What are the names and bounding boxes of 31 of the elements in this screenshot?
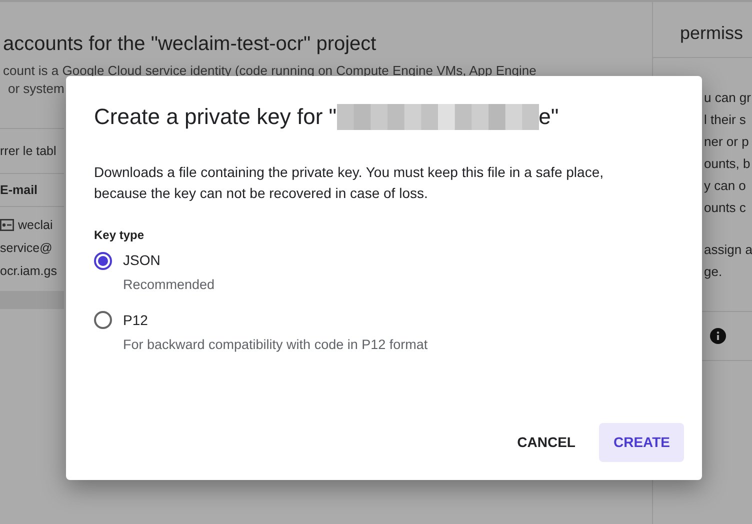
panel-text: ounts, b bbox=[704, 155, 750, 173]
dialog-title: e" bbox=[538, 104, 559, 130]
table-cell-text: ocr.iam.gs bbox=[0, 263, 57, 280]
panel-text: u can gr bbox=[704, 89, 751, 107]
panel-text: ner or p bbox=[704, 133, 749, 151]
dialog-description: Downloads a file containing the private key. You must keep this file in a safe place, because the key can not be recovered in case of loss. bbox=[94, 163, 604, 204]
page-heading: accounts for the "weclaim-test-ocr" project bbox=[2, 32, 378, 57]
field-label: Key type bbox=[94, 227, 146, 244]
option-hint: Recommended bbox=[123, 276, 216, 294]
panel-text: ge. bbox=[704, 263, 722, 281]
column-header: E-mail bbox=[0, 182, 39, 199]
dialog-title: Create a private key for " bbox=[94, 104, 337, 130]
service-account-icon bbox=[0, 219, 14, 231]
radio-button[interactable] bbox=[94, 252, 112, 270]
info-icon[interactable] bbox=[710, 328, 726, 344]
filter-field[interactable]: rrer le tabl bbox=[0, 141, 64, 161]
table-cell-text: service@ bbox=[0, 240, 52, 257]
option-label[interactable]: JSON bbox=[123, 250, 160, 272]
page-description: or system bbox=[7, 80, 66, 98]
create-button[interactable]: CREATE bbox=[599, 423, 684, 462]
panel-text: assign a bbox=[704, 241, 752, 259]
panel-text: ounts c bbox=[704, 199, 746, 217]
table-cell-text: weclai bbox=[18, 217, 53, 234]
radio-button[interactable] bbox=[94, 311, 112, 330]
panel-title: permiss bbox=[653, 2, 752, 58]
table-row bbox=[0, 291, 64, 309]
option-hint: For backward compatibility with code in P12 format bbox=[123, 336, 429, 354]
panel-text: l their s bbox=[704, 111, 746, 129]
cancel-button[interactable]: CANCEL bbox=[503, 423, 590, 462]
panel-text: y can o bbox=[704, 177, 746, 195]
option-label[interactable]: P12 bbox=[123, 310, 148, 331]
